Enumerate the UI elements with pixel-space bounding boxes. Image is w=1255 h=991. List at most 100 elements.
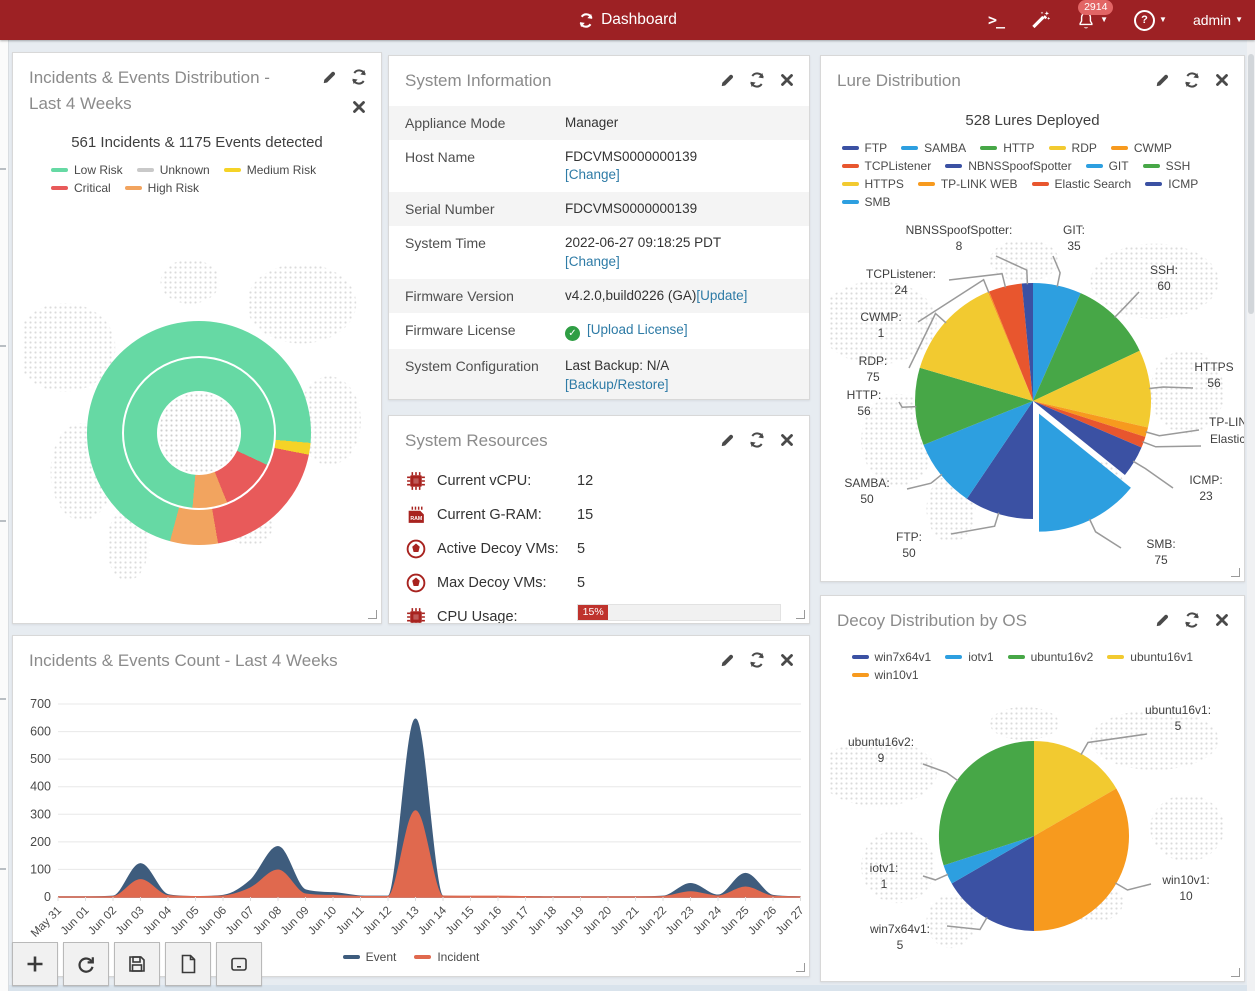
legend-item-critical[interactable]: Critical <box>51 181 111 195</box>
inline-link[interactable]: [Change] <box>565 166 793 184</box>
y-axis-tick-label: 200 <box>30 835 51 849</box>
legend-item-incident[interactable]: Incident <box>414 950 479 964</box>
legend-label: RDP <box>1072 141 1097 155</box>
topbar-actions: >_ 2914 ▼ ? ▼ <box>988 10 1243 31</box>
legend-item-ftp[interactable]: FTP <box>842 141 888 155</box>
pie-callout-label: iotv1: 1 <box>870 860 899 892</box>
legend-swatch <box>137 168 154 172</box>
resize-handle[interactable] <box>796 963 805 972</box>
refresh-icon[interactable] <box>749 72 765 88</box>
legend-item-cwmp[interactable]: CWMP <box>1111 141 1172 155</box>
legend-item-ubuntu16v1[interactable]: ubuntu16v1 <box>1107 650 1193 664</box>
panel-title: Incidents & Events Count - Last 4 Weeks <box>29 648 709 674</box>
legend-swatch <box>1086 164 1103 168</box>
refresh-icon[interactable] <box>1184 612 1200 628</box>
legend-item-win10v1[interactable]: win10v1 <box>852 668 919 682</box>
legend-item-http[interactable]: HTTP <box>980 141 1034 155</box>
inline-link[interactable]: [Upload License] <box>587 322 688 337</box>
resize-handle[interactable] <box>368 610 377 619</box>
close-icon[interactable] <box>779 652 795 668</box>
resource-value: 15 <box>577 507 593 523</box>
pie-callout-label: NBNSSpoofSpotter: 8 <box>906 222 1013 254</box>
panel-actions <box>1154 608 1230 628</box>
edit-pencil-icon[interactable] <box>719 72 735 88</box>
wand-icon[interactable] <box>1030 10 1050 30</box>
row-label: Appliance Mode <box>405 114 565 131</box>
scrollbar-thumb[interactable] <box>1248 54 1254 314</box>
resource-value: 12 <box>577 473 593 489</box>
decoy-vm-icon <box>405 538 427 560</box>
refresh-icon[interactable] <box>749 652 765 668</box>
legend-item-icmp[interactable]: ICMP <box>1145 177 1198 191</box>
admin-menu[interactable]: admin ▼ <box>1193 12 1243 28</box>
legend-swatch <box>901 146 918 150</box>
caret-down-icon: ▼ <box>1235 16 1243 24</box>
legend-item-iotv1[interactable]: iotv1 <box>945 650 993 664</box>
legend-item-low-risk[interactable]: Low Risk <box>51 163 123 177</box>
archive-button[interactable] <box>216 942 262 986</box>
legend-swatch <box>918 182 935 186</box>
legend-item-git[interactable]: GIT <box>1086 159 1129 173</box>
save-button[interactable] <box>114 942 160 986</box>
inline-link[interactable]: [Update] <box>696 288 747 303</box>
x-axis-tick-label: Jun 12 <box>361 905 394 938</box>
legend-label: Medium Risk <box>247 163 316 177</box>
document-icon <box>177 953 199 975</box>
legend-item-high-risk[interactable]: High Risk <box>125 181 199 195</box>
close-icon[interactable] <box>779 432 795 448</box>
close-icon[interactable] <box>351 99 367 115</box>
legend-label: HTTP <box>1003 141 1034 155</box>
inline-link[interactable]: [Change] <box>565 253 793 271</box>
x-axis-tick-label: Jun 10 <box>306 905 339 938</box>
inline-link[interactable]: [Backup/Restore] <box>565 376 793 394</box>
edit-pencil-icon[interactable] <box>321 69 337 85</box>
legend-item-win7x64v1[interactable]: win7x64v1 <box>852 650 932 664</box>
legend-item-ssh[interactable]: SSH <box>1143 159 1191 173</box>
legend-item-smb[interactable]: SMB <box>842 195 891 209</box>
legend-swatch <box>842 146 859 150</box>
legend-item-https[interactable]: HTTPS <box>842 177 904 191</box>
legend-item-medium-risk[interactable]: Medium Risk <box>224 163 316 177</box>
report-button[interactable] <box>165 942 211 986</box>
edit-pencil-icon[interactable] <box>1154 72 1170 88</box>
legend-item-rdp[interactable]: RDP <box>1049 141 1097 155</box>
pie-callout-label: TCPListener: 24 <box>866 266 936 298</box>
terminal-icon[interactable]: >_ <box>988 11 1004 29</box>
refresh-icon[interactable] <box>351 69 367 85</box>
x-axis-tick-label: Jun 05 <box>169 905 202 938</box>
notifications-bell[interactable]: 2914 ▼ <box>1076 10 1108 30</box>
legend-item-nbnsspoofspotter[interactable]: NBNSSpoofSpotter <box>945 159 1071 173</box>
x-axis-tick-label: Jun 09 <box>279 905 312 938</box>
close-icon[interactable] <box>1214 72 1230 88</box>
legend-item-tp-link-web[interactable]: TP-LINK WEB <box>918 177 1018 191</box>
pie-callout-label: ubuntu16v2: 9 <box>848 734 914 766</box>
donut-hole <box>157 391 241 475</box>
page-scrollbar[interactable] <box>1247 40 1255 991</box>
close-icon[interactable] <box>779 72 795 88</box>
page-title-area: Dashboard <box>578 11 677 29</box>
chart-subtitle: 528 Lures Deployed <box>821 112 1244 129</box>
close-icon[interactable] <box>1214 612 1230 628</box>
edit-pencil-icon[interactable] <box>719 652 735 668</box>
panel-title: Incidents & Events Distribution - Last 4… <box>29 65 305 116</box>
legend-label: FTP <box>865 141 888 155</box>
legend-item-ubuntu16v2[interactable]: ubuntu16v2 <box>1008 650 1094 664</box>
panel-title: Lure Distribution <box>837 68 1144 94</box>
row-value: ✓[Upload License] <box>565 321 793 341</box>
legend-label: High Risk <box>148 181 199 195</box>
legend-swatch <box>852 673 869 677</box>
legend-item-event[interactable]: Event <box>343 950 397 964</box>
legend-item-elastic-search[interactable]: Elastic Search <box>1032 177 1132 191</box>
legend-label: iotv1 <box>968 650 993 664</box>
legend-item-tcplistener[interactable]: TCPListener <box>842 159 932 173</box>
refresh-icon[interactable] <box>1184 72 1200 88</box>
edit-pencil-icon[interactable] <box>719 432 735 448</box>
legend-item-unknown[interactable]: Unknown <box>137 163 210 177</box>
edit-pencil-icon[interactable] <box>1154 612 1170 628</box>
legend-item-samba[interactable]: SAMBA <box>901 141 966 155</box>
reload-button[interactable] <box>63 942 109 986</box>
refresh-icon[interactable] <box>749 432 765 448</box>
x-axis-tick-label: Jun 26 <box>746 905 779 938</box>
help-menu[interactable]: ? ▼ <box>1134 10 1167 31</box>
add-widget-button[interactable] <box>12 942 58 986</box>
